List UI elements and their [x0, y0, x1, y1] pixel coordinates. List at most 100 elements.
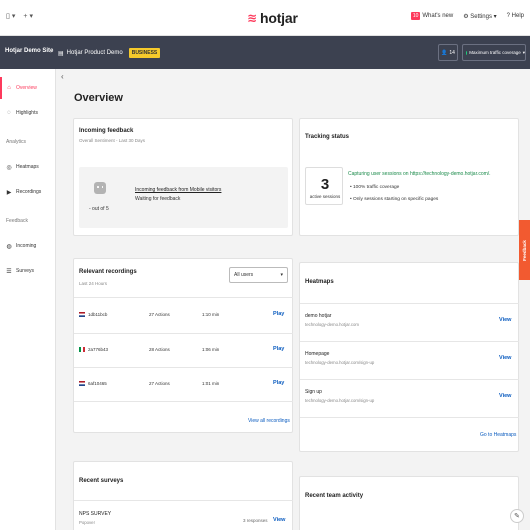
play-button[interactable]: Play — [273, 346, 284, 352]
recording-id: 6af10465 — [88, 381, 107, 386]
recording-actions: 27 Actions — [149, 312, 170, 317]
incoming-feedback-card: Incoming feedback Overall Sentiment - La… — [73, 118, 293, 236]
incoming-feedback-link[interactable]: Incoming feedback from Mobile visitors — [135, 187, 221, 193]
recording-actions: 28 Actions — [149, 347, 170, 352]
sidebar-item-heatmaps[interactable]: ◎ Heatmaps — [0, 156, 56, 178]
settings-button[interactable]: ⚙ Settings ▾ — [463, 13, 496, 20]
traffic-coverage-button[interactable]: Maximum traffic coverage ▾ — [462, 44, 526, 61]
collapse-sidebar-icon[interactable]: ‹ — [61, 72, 64, 81]
user-filter-select[interactable]: All users ▾ — [229, 267, 288, 283]
chevron-down-icon: ▾ — [280, 272, 283, 278]
active-sessions-box: 3 active sessions — [305, 167, 343, 205]
hotjar-flame-icon: ≋ — [247, 11, 257, 25]
relevant-recordings-card: Relevant recordings Last 24 Hours All us… — [73, 258, 293, 433]
heatmap-name: Sign up — [305, 389, 322, 395]
view-all-recordings-link[interactable]: View all recordings — [248, 418, 290, 424]
recording-duration: 1:06 min — [202, 347, 220, 352]
feedback-status: Waiting for feedback — [135, 196, 181, 202]
sidebar-item-label: Heatmaps — [16, 164, 39, 170]
play-button[interactable]: Play — [273, 380, 284, 386]
user-icon: 👤 — [441, 49, 448, 56]
divider — [300, 417, 519, 418]
whats-new-button[interactable]: 10 What's new — [410, 12, 454, 20]
sidebar-item-recordings[interactable]: ▶ Recordings — [0, 181, 56, 203]
recording-duration: 1:01 min — [202, 381, 220, 386]
divider — [300, 379, 519, 380]
survey-name: NPS SURVEY — [79, 511, 112, 517]
sidebar-item-surveys[interactable]: ☰ Surveys — [0, 260, 56, 282]
sidebar-item-overview[interactable]: ⌂ Overview — [0, 77, 56, 99]
card-title: Incoming feedback — [79, 128, 134, 134]
team-members-button[interactable]: 👤 14 — [438, 44, 458, 61]
chevron-down-icon: ▾ — [29, 13, 33, 20]
tracking-bullet: • 100% traffic coverage — [350, 185, 400, 190]
chevron-down-icon: ▾ — [522, 49, 525, 55]
neutral-face-icon — [94, 182, 106, 194]
plus-icon: + — [23, 12, 28, 20]
heatmap-url: technology-demo.hotjar.com/sign-up — [305, 398, 375, 403]
sidebar-item-label: Recordings — [16, 189, 42, 195]
hotjar-logo[interactable]: ≋ hotjar — [247, 10, 298, 26]
edit-pencil-icon[interactable]: ✎ — [510, 509, 524, 523]
card-title: Recent team activity — [305, 493, 364, 499]
sidebar-item-label: Overview — [16, 85, 37, 91]
heatmap-url: technology-demo.hotjar.com/sign-up — [305, 360, 375, 365]
page-title: Overview — [74, 92, 123, 104]
user-filter-value: All users — [234, 272, 254, 278]
card-title: Recent surveys — [79, 478, 124, 484]
feedback-tab[interactable]: Feedback — [519, 220, 530, 280]
view-survey-button[interactable]: View — [273, 517, 285, 523]
feedback-tab-label: Feedback — [522, 239, 528, 261]
survey-icon: ☰ — [6, 268, 12, 275]
users-count: 14 — [449, 49, 455, 56]
recording-id: 1db11bcb — [88, 312, 108, 317]
card-subtitle: Overall Sentiment - Last 30 Days — [79, 138, 146, 143]
divider — [300, 303, 519, 304]
feedback-summary: - out of 5 Incoming feedback from Mobile… — [79, 167, 288, 228]
recording-actions: 27 Actions — [149, 381, 170, 386]
help-label: Help — [511, 13, 524, 19]
top-bar: ▯ ▾ + ▾ ≋ hotjar 10 What's new ⚙ Settings ▾… — [0, 0, 530, 36]
settings-label: Settings — [470, 13, 492, 20]
traffic-label: Maximum traffic coverage — [469, 50, 521, 55]
help-button[interactable]: ? Help — [507, 13, 524, 19]
sites-menu[interactable]: ▯ ▾ — [6, 12, 15, 20]
project-name: Hotjar Product Demo — [66, 50, 123, 56]
card-title: Relevant recordings — [79, 269, 137, 275]
divider — [74, 367, 293, 368]
tracking-bullet: • Only sessions starting on specific pag… — [350, 197, 439, 202]
sidebar-item-label: Surveys — [16, 268, 35, 274]
sidebar-item-label: Incoming — [16, 243, 37, 249]
heatmap-url: technology-demo.hotjar.com — [305, 322, 359, 327]
divider — [74, 401, 293, 402]
card-title: Tracking status — [305, 134, 350, 140]
divider — [74, 500, 293, 501]
separator-icon: › — [50, 46, 53, 55]
plan-badge: BUSINESS — [128, 48, 161, 58]
recording-icon: ▶ — [6, 189, 12, 196]
divider — [74, 297, 293, 298]
heatmap-name: Homepage — [305, 351, 330, 357]
whats-new-label: What's new — [422, 13, 454, 19]
project-selector[interactable]: ▤ Hotjar Product Demo BUSINESS — [58, 48, 161, 58]
sidebar-item-highlights[interactable]: ◌ Highlights — [0, 102, 56, 124]
play-button[interactable]: Play — [273, 311, 284, 317]
view-heatmap-button[interactable]: View — [499, 393, 511, 399]
go-to-heatmaps-link[interactable]: Go to Heatmaps — [480, 432, 516, 438]
sidebar-item-incoming[interactable]: ◍ Incoming — [0, 235, 56, 257]
sidebar-section-analytics: Analytics — [6, 139, 27, 145]
recording-id: 2a776b43 — [88, 347, 109, 352]
view-heatmap-button[interactable]: View — [499, 355, 511, 361]
recent-team-activity-card: Recent team activity — [299, 476, 519, 530]
site-selector[interactable]: Hotjar Demo Site — [5, 48, 53, 54]
status-dot-icon — [466, 50, 468, 55]
divider — [74, 333, 293, 334]
view-heatmap-button[interactable]: View — [499, 317, 511, 323]
site-bar: Hotjar Demo Site › ▤ Hotjar Product Demo… — [0, 36, 530, 69]
active-sessions-count: 3 — [320, 176, 330, 193]
heatmap-icon: ◎ — [6, 164, 12, 171]
add-menu[interactable]: + ▾ — [23, 12, 33, 21]
home-icon: ⌂ — [7, 85, 11, 91]
recent-surveys-card: Recent surveys NPS SURVEY Popover 3 resp… — [73, 461, 293, 530]
chevron-down-icon: ▾ — [491, 13, 497, 20]
